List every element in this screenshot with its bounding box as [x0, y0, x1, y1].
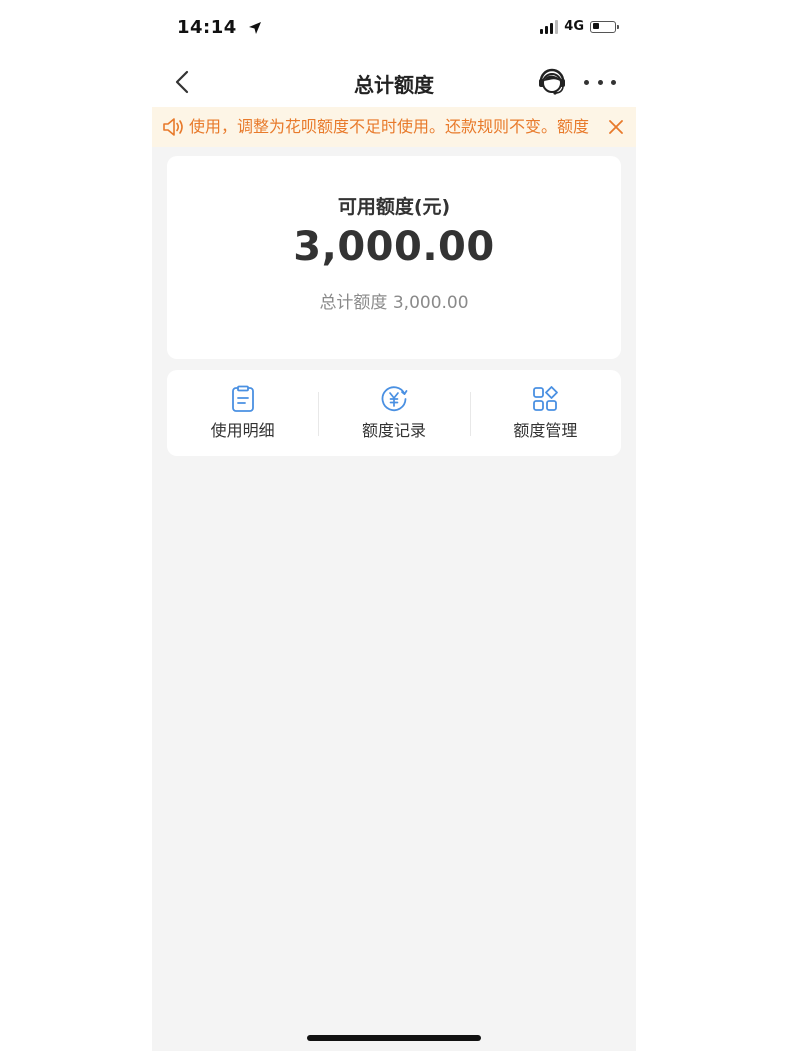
available-credit-amount: 3,000.00 — [293, 224, 495, 270]
more-dot-icon — [611, 79, 616, 85]
usage-details-label: 使用明细 — [210, 421, 275, 440]
status-time-text: 14:14 — [177, 17, 237, 38]
battery-icon — [590, 20, 619, 33]
status-time: 14:14 — [177, 17, 262, 38]
available-credit-label: 可用额度(元) — [337, 196, 451, 218]
more-button[interactable] — [584, 72, 616, 92]
status-indicators: 4G — [540, 19, 619, 34]
actions-card: 使用明细 额度记录 额度管理 — [167, 370, 621, 456]
more-dot-icon — [597, 79, 603, 85]
credit-records-button[interactable]: 额度记录 — [318, 370, 469, 456]
signal-icon — [540, 19, 559, 34]
document-icon — [231, 385, 254, 412]
grid-manage-icon — [533, 386, 559, 411]
credit-management-button[interactable]: 额度管理 — [470, 370, 621, 456]
notice-text: 使用，调整为花呗额度不足时使用。还款规则不变。额度 — [189, 117, 590, 136]
yuan-circle-icon — [381, 386, 408, 412]
speaker-icon — [163, 118, 183, 136]
total-credit-label: 总计额度 — [319, 293, 388, 313]
notice-banner: 使用，调整为花呗额度不足时使用。还款规则不变。额度 — [152, 107, 636, 147]
total-credit-line: 总计额度 3,000.00 — [167, 288, 621, 313]
network-type: 4G — [564, 19, 584, 34]
total-credit-amount: 3,000.00 — [392, 293, 469, 313]
phone-screen: 14:14 4G 总计额度 使用，调整为花呗额度不足时使用。还款规则不变。额度 … — [152, 0, 636, 1051]
more-dot-icon — [584, 79, 589, 85]
customer-service-button[interactable] — [535, 65, 569, 99]
close-icon[interactable] — [607, 118, 625, 136]
credit-management-label: 额度管理 — [513, 421, 578, 440]
usage-details-button[interactable]: 使用明细 — [167, 370, 318, 456]
credit-records-label: 额度记录 — [361, 421, 426, 440]
home-indicator[interactable] — [307, 1035, 481, 1041]
customer-service-icon — [539, 68, 565, 95]
location-arrow-icon — [248, 22, 261, 34]
balance-card: 可用额度(元) 3,000.00 总计额度 3,000.00 — [167, 156, 621, 359]
